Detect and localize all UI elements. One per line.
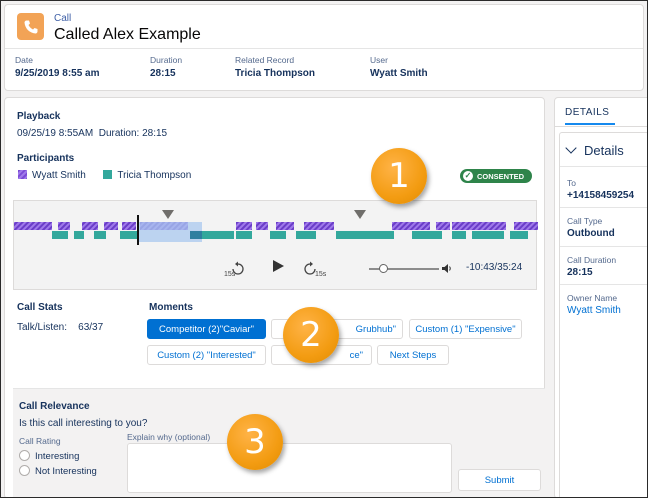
- related-record-field: Related Record Tricia Thompson: [235, 55, 316, 79]
- callout-1-badge: 1: [371, 148, 427, 204]
- moments-title: Moments: [149, 302, 193, 313]
- owner-name-field: Owner Name Wyatt Smith: [567, 293, 621, 316]
- rewind-15-button[interactable]: 15s: [224, 261, 248, 279]
- radio-circle[interactable]: [19, 450, 30, 461]
- record-title: Called Alex Example: [54, 26, 201, 43]
- talk-listen-stat: Talk/Listen: 63/37: [17, 322, 104, 333]
- participant-swatch-b: [103, 170, 113, 179]
- volume-icon[interactable]: [441, 263, 453, 276]
- participant-name-a: Wyatt Smith: [32, 170, 86, 181]
- check-icon: ✓: [463, 171, 473, 181]
- speaker-timeline[interactable]: [14, 201, 538, 251]
- explain-why-textarea[interactable]: [127, 443, 452, 493]
- speaker-b-segments: [52, 231, 528, 239]
- call-relevance-title: Call Relevance: [19, 401, 90, 412]
- play-icon: [273, 260, 284, 272]
- callout-2-badge: 2: [283, 307, 339, 363]
- call-stats-title: Call Stats: [17, 302, 63, 313]
- details-section-toggle[interactable]: Details: [565, 142, 624, 158]
- moment-marker-icon[interactable]: [162, 210, 174, 219]
- active-tab-indicator: [565, 123, 615, 125]
- radio-circle[interactable]: [19, 465, 30, 476]
- submit-button[interactable]: Submit: [458, 469, 541, 491]
- play-button[interactable]: [271, 259, 285, 275]
- participant-swatch-a: [18, 170, 27, 179]
- moment-custom-expensive-button[interactable]: Custom (1) "Expensive": [409, 319, 522, 339]
- details-panel: DETAILS Details To +14158459254 Call Typ…: [554, 97, 647, 497]
- details-divider: [560, 246, 647, 247]
- playback-title: Playback: [17, 111, 61, 122]
- relevance-question: Is this call interesting to you?: [19, 418, 148, 429]
- phone-icon: [17, 13, 44, 40]
- header-divider: [5, 48, 643, 49]
- tab-divider: [555, 126, 647, 127]
- overlap-segment: [190, 231, 202, 239]
- playback-meta: 09/25/19 8:55AM Duration: 28:15: [17, 128, 167, 139]
- playback-datetime: 09/25/19 8:55AM: [17, 128, 94, 139]
- callout-3-badge: 3: [227, 414, 283, 470]
- forward-15-button[interactable]: 15s: [302, 261, 326, 279]
- playback-time: -10:43/35:24: [466, 262, 523, 273]
- call-duration-field: Call Duration 28:15: [567, 255, 617, 278]
- details-divider: [560, 284, 647, 285]
- call-rating-label: Call Rating: [19, 436, 61, 446]
- explain-why-label: Explain why (optional): [127, 432, 211, 442]
- volume-slider-handle[interactable]: [378, 264, 388, 273]
- record-header: Call Called Alex Example Date 9/25/2019 …: [4, 4, 644, 91]
- radio-interesting[interactable]: Interesting: [19, 450, 79, 462]
- audio-player[interactable]: 15s 15s -10:43/35:24: [13, 200, 538, 290]
- tab-details[interactable]: DETAILS: [565, 107, 609, 118]
- playback-duration: Duration: 28:15: [98, 128, 168, 139]
- to-field: To +14158459254: [567, 178, 635, 201]
- participant-name-b: Tricia Thompson: [117, 170, 192, 181]
- details-divider: [560, 166, 647, 167]
- duration-field: Duration 28:15: [150, 55, 183, 79]
- details-divider: [560, 207, 647, 208]
- moment-custom-interested-button[interactable]: Custom (2) "Interested": [147, 345, 266, 365]
- moment-next-steps-button[interactable]: Next Steps: [377, 345, 449, 365]
- object-type-label: Call: [54, 13, 72, 24]
- chevron-down-icon: [565, 142, 577, 154]
- moment-competitor-caviar-button[interactable]: Competitor (2)"Caviar": [147, 319, 266, 339]
- participants-title: Participants: [17, 153, 75, 164]
- speaker-a-segments: [14, 222, 538, 230]
- moment-marker-icon[interactable]: [354, 210, 366, 219]
- radio-not-interesting[interactable]: Not Interesting: [19, 465, 97, 477]
- call-type-field: Call Type Outbound: [567, 216, 615, 239]
- consented-badge: ✓ CONSENTED: [460, 169, 533, 183]
- call-record-page: Call Called Alex Example Date 9/25/2019 …: [0, 0, 648, 498]
- participant-legend: Wyatt Smith Tricia Thompson: [18, 170, 191, 181]
- date-field: Date 9/25/2019 8:55 am: [15, 55, 100, 79]
- playhead[interactable]: [137, 215, 139, 245]
- user-field: User Wyatt Smith: [370, 55, 428, 79]
